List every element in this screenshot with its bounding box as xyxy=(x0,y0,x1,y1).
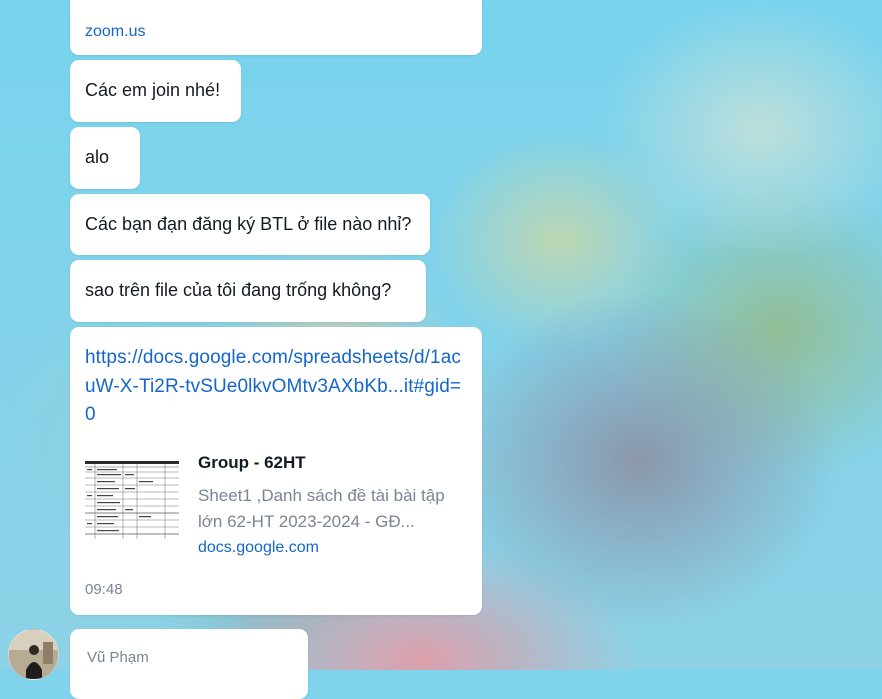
message-bubble-link: zoom.us xyxy=(70,0,482,55)
person-avatar-icon xyxy=(9,630,58,679)
message-bubble: alo xyxy=(70,127,140,189)
message-text: alo xyxy=(85,147,110,167)
spreadsheet-thumbnail-icon xyxy=(85,459,179,539)
message-bubble: sao trên file của tôi đang trống không? xyxy=(70,260,426,322)
message-timestamp: 09:48 xyxy=(85,581,123,598)
avatar[interactable] xyxy=(8,629,59,680)
message-text: sao trên file của tôi đang trống không? xyxy=(85,280,392,300)
link-preview-title: Group - 62HT xyxy=(198,453,306,472)
message-bubble: Các em join nhé! xyxy=(70,60,241,122)
link-preview-description: Sheet1 ,Danh sách đề tài bài tập lớn 62-… xyxy=(198,486,445,531)
link-message-bubble: https://docs.google.com/spreadsheets/d/1… xyxy=(70,327,482,615)
message-bubble-incoming: Vũ Phạm xyxy=(70,629,308,699)
message-bubble: Các bạn đạn đăng ký BTL ở file nào nhỉ? xyxy=(70,194,430,255)
link-preview-card[interactable]: Group - 62HT Sheet1 ,Danh sách đề tài bà… xyxy=(85,453,470,563)
message-link-text[interactable]: zoom.us xyxy=(85,23,145,41)
message-text: Các em join nhé! xyxy=(85,80,221,100)
message-text: Các bạn đạn đăng ký BTL ở file nào nhỉ? xyxy=(85,214,412,234)
sender-name: Vũ Phạm xyxy=(87,649,149,666)
link-preview-domain: docs.google.com xyxy=(198,539,319,556)
message-url-link[interactable]: https://docs.google.com/spreadsheets/d/1… xyxy=(85,344,470,430)
